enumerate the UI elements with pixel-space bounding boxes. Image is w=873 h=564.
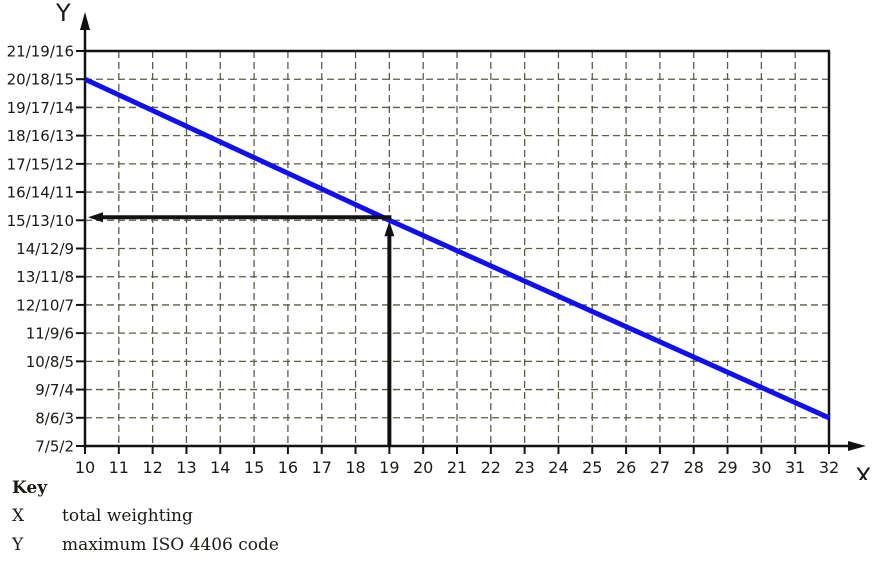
y-tick-label: 21/19/16 (7, 43, 74, 61)
y-tick-label: 8/6/3 (35, 409, 74, 427)
x-tick-label: 11 (109, 458, 129, 477)
x-tick-label: 12 (142, 458, 162, 477)
x-tick-label: 13 (176, 458, 196, 477)
x-tick-label: 10 (75, 458, 95, 477)
chart: 7/5/2 8/6/3 9/7/4 10/8/5 11/9/6 12/10/7 13/11/… (0, 0, 873, 480)
y-axis-title: Y (55, 0, 71, 27)
y-tick-label: 18/16/13 (7, 127, 74, 145)
x-tick-label: 26 (616, 458, 636, 477)
x-tick-label: 15 (244, 458, 264, 477)
x-tick-label: 25 (582, 458, 602, 477)
y-tick-label: 20/18/15 (7, 71, 74, 89)
x-tick-label: 23 (514, 458, 534, 477)
y-tick-label: 15/13/10 (7, 212, 74, 230)
x-tick-label: 32 (819, 458, 839, 477)
x-axis-arrowhead (848, 441, 866, 451)
x-tick-label: 22 (481, 458, 501, 477)
x-tick-label: 29 (717, 458, 737, 477)
y-tick-label: 7/5/2 (35, 438, 74, 456)
x-tick-label: 30 (751, 458, 771, 477)
y-tick-label: 12/10/7 (16, 296, 74, 314)
x-tick-label: 20 (413, 458, 433, 477)
x-axis-title: X (855, 463, 871, 480)
y-tick-label: 19/17/14 (7, 99, 74, 117)
y-tick-label: 14/12/9 (16, 240, 74, 258)
x-tick-label: 24 (548, 458, 568, 477)
key-label: total weighting (62, 506, 193, 535)
y-tick-label: 9/7/4 (35, 381, 74, 399)
x-tick-label: 18 (345, 458, 365, 477)
x-tick-label: 27 (650, 458, 670, 477)
x-tick-label: 14 (210, 458, 230, 477)
x-axis-ticks: 10 11 12 13 14 15 16 17 18 19 20 21 22 23 24 25 26 27 28 29… (75, 446, 839, 477)
y-tick-label: 13/11/8 (16, 268, 74, 286)
y-tick-label: 10/8/5 (26, 353, 74, 371)
y-tick-label: 17/15/12 (7, 155, 74, 173)
x-tick-label: 31 (785, 458, 805, 477)
y-tick-label: 11/9/6 (26, 325, 74, 343)
annotation-layer (88, 212, 394, 446)
x-tick-label: 19 (379, 458, 399, 477)
y-axis-ticks: 7/5/2 8/6/3 9/7/4 10/8/5 11/9/6 12/10/7 13/11/… (7, 43, 85, 456)
key-symbol: X (12, 506, 62, 535)
y-axis-arrowhead (80, 12, 90, 30)
plot-frame (80, 12, 866, 451)
x-tick-label: 21 (447, 458, 467, 477)
x-tick-label: 17 (312, 458, 332, 477)
key-title: Key (12, 478, 279, 498)
key-item-x: X total weighting (12, 506, 279, 535)
key: Key X total weighting Y maximum ISO 4406… (12, 478, 279, 564)
x-tick-label: 28 (684, 458, 704, 477)
x-tick-label: 16 (278, 458, 298, 477)
y-tick-label: 16/14/11 (7, 184, 74, 202)
